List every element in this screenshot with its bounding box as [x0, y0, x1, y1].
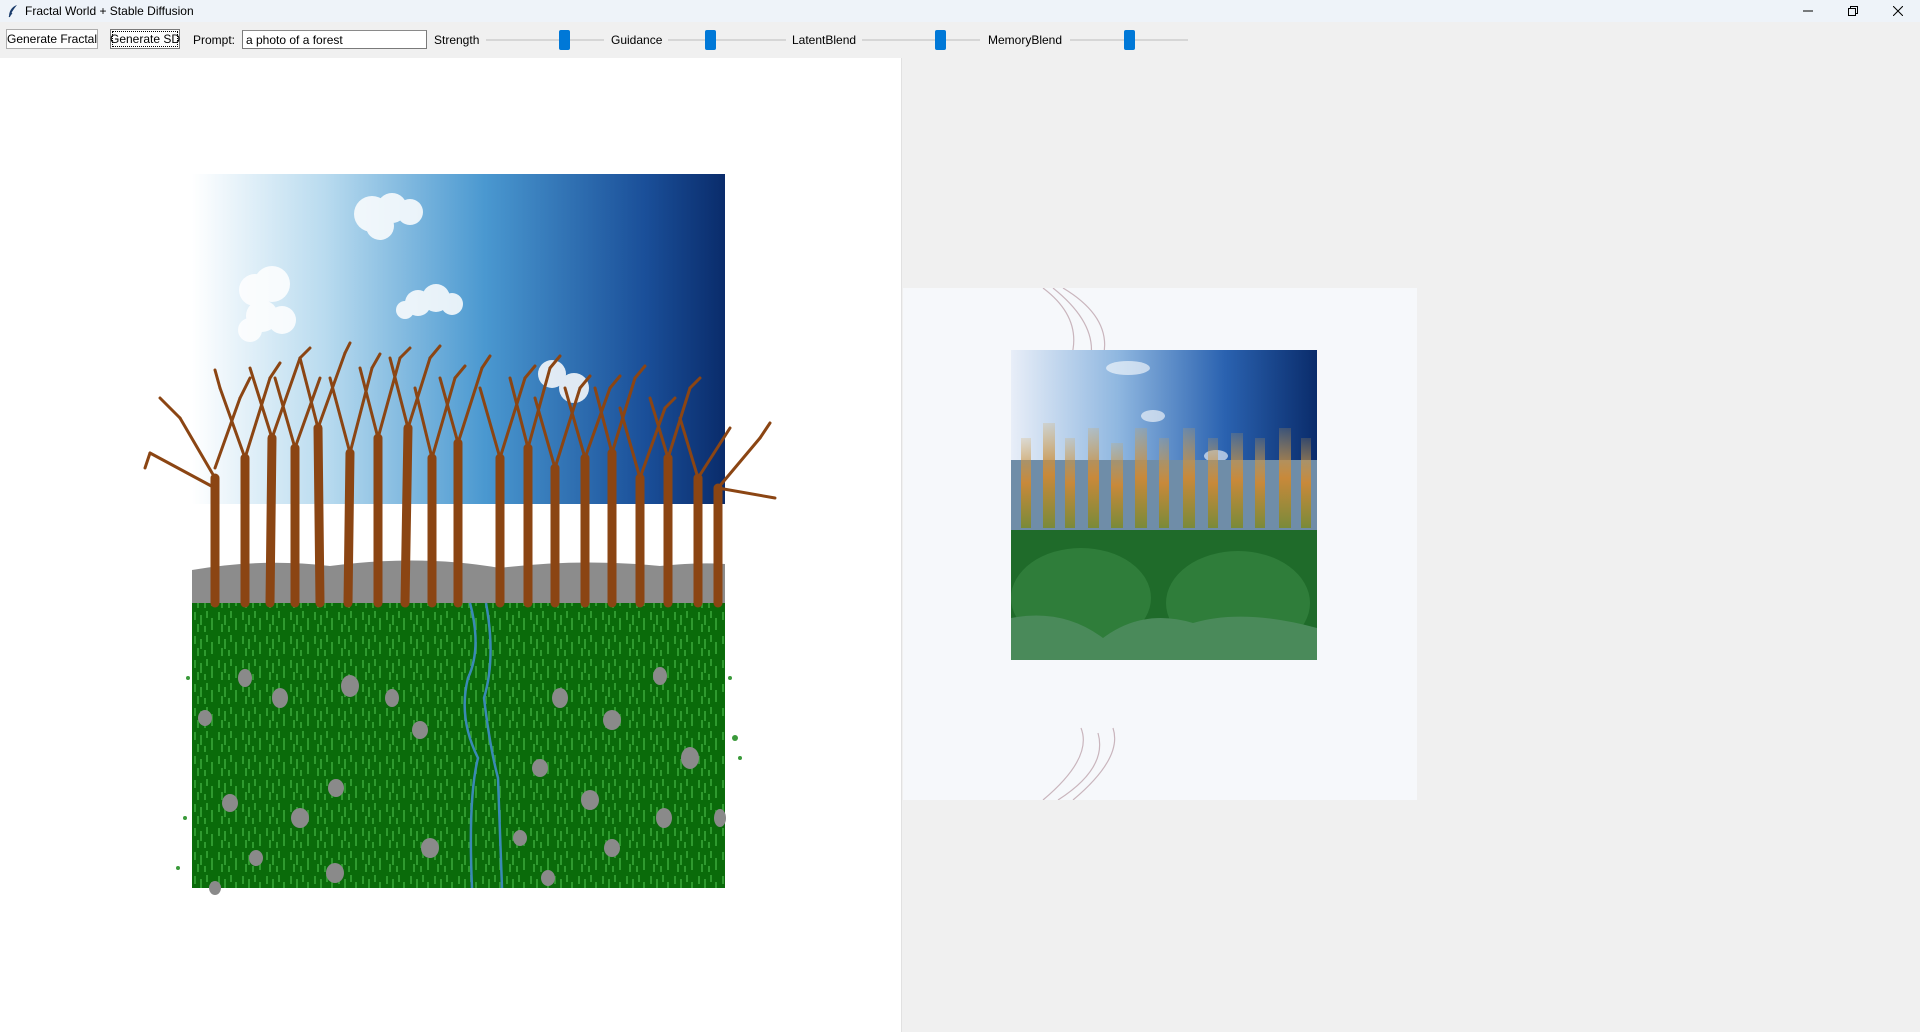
generate-fractal-button[interactable]: Generate Fractal	[6, 29, 98, 49]
slider-thumb[interactable]	[1124, 30, 1135, 50]
prompt-label: Prompt:	[193, 33, 236, 47]
slider-thumb[interactable]	[935, 30, 946, 50]
minimize-button[interactable]	[1785, 0, 1830, 22]
strength-slider[interactable]	[486, 30, 604, 50]
toolbar: Generate Fractal Generate SD Prompt: Str…	[0, 22, 1920, 58]
title-bar: Fractal World + Stable Diffusion	[0, 0, 1920, 22]
slider-track	[862, 39, 980, 41]
feather-icon	[5, 3, 21, 19]
window-title: Fractal World + Stable Diffusion	[25, 4, 194, 18]
restore-button[interactable]	[1830, 0, 1875, 22]
latentblend-label: LatentBlend	[792, 33, 857, 47]
close-icon	[1892, 6, 1903, 16]
prompt-input[interactable]	[242, 30, 427, 49]
memoryblend-label: MemoryBlend	[988, 33, 1063, 47]
fractal-scene-image	[143, 174, 777, 895]
fractal-canvas[interactable]	[0, 58, 902, 1032]
generate-sd-button[interactable]: Generate SD	[110, 29, 180, 49]
slider-track	[668, 39, 786, 41]
guidance-slider[interactable]	[668, 30, 786, 50]
slider-thumb[interactable]	[705, 30, 716, 50]
close-button[interactable]	[1875, 0, 1920, 22]
sd-output-image	[903, 288, 1417, 800]
guidance-label: Guidance	[611, 33, 663, 47]
sd-output-panel	[903, 58, 1920, 1032]
memoryblend-slider[interactable]	[1070, 30, 1188, 50]
latentblend-slider[interactable]	[862, 30, 980, 50]
slider-thumb[interactable]	[559, 30, 570, 50]
slider-track	[486, 39, 604, 41]
sd-foreground	[1011, 615, 1317, 660]
restore-icon	[1847, 6, 1858, 16]
minimize-icon	[1802, 10, 1813, 12]
grass-ground	[192, 603, 725, 888]
strength-label: Strength	[434, 33, 480, 47]
